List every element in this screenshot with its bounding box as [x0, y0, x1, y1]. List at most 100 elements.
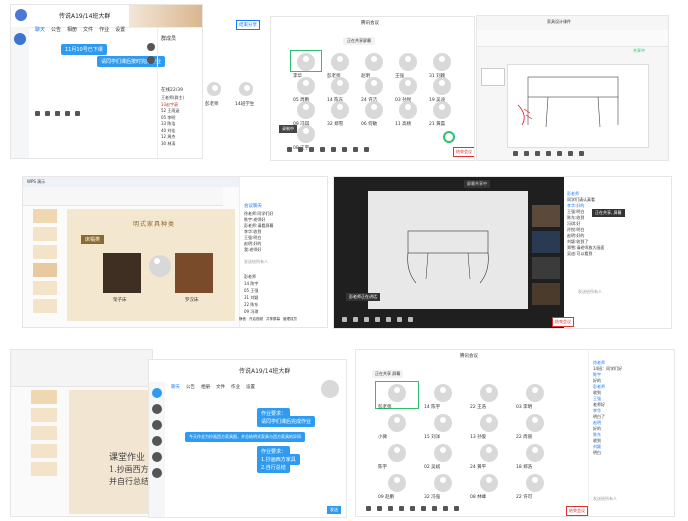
- participant-tile[interactable]: 18 郑浩: [514, 442, 556, 470]
- tab-album[interactable]: 相册: [201, 384, 210, 390]
- participant-tile[interactable]: 05 周鹏: [291, 75, 321, 103]
- stop-share-button[interactable]: 结束分享: [236, 20, 260, 30]
- participant-tile[interactable]: 09 冯琪: [291, 99, 321, 127]
- share-screen-icon[interactable]: [388, 506, 393, 511]
- participant-tile[interactable]: 08 林峰: [468, 472, 510, 500]
- settings-icon[interactable]: [364, 147, 369, 152]
- participant-tile[interactable]: 19 吴迪: [427, 75, 457, 103]
- more-icon[interactable]: [454, 506, 459, 511]
- image-icon[interactable]: [65, 111, 70, 116]
- video-icon[interactable]: [524, 151, 529, 156]
- participant-tile[interactable]: 24 许洁: [359, 75, 389, 103]
- scissors-icon[interactable]: [45, 111, 50, 116]
- participant-tile[interactable]: 03 李明: [514, 382, 556, 410]
- settings-icon[interactable]: [579, 151, 584, 156]
- slide-thumb[interactable]: [33, 209, 57, 223]
- mute-button[interactable]: 静音: [239, 317, 246, 322]
- end-meeting-button[interactable]: 结束会议: [453, 147, 474, 157]
- slide-thumb[interactable]: [33, 245, 57, 259]
- record-icon[interactable]: [342, 147, 347, 152]
- participant-tile[interactable]: 15 刘洋: [422, 412, 464, 440]
- participant-tile[interactable]: 02 吴斌: [422, 442, 464, 470]
- tab-notice[interactable]: 公告: [51, 26, 61, 33]
- apps-icon[interactable]: [353, 147, 358, 152]
- doc-thumb[interactable]: [31, 408, 57, 422]
- member-item[interactable]: 彭老师: [244, 273, 258, 280]
- rail-avatar[interactable]: [152, 420, 162, 430]
- rail-avatar[interactable]: [152, 452, 162, 462]
- participant-tile[interactable]: 11 高杨: [393, 99, 423, 127]
- participant-tile[interactable]: 06 何敏: [359, 99, 389, 127]
- video-tile[interactable]: [532, 257, 560, 279]
- member-item[interactable]: 05 王强: [244, 287, 258, 294]
- chat-icon[interactable]: [557, 151, 562, 156]
- member-item[interactable]: 09 冯琪: [244, 308, 258, 315]
- member-item[interactable]: 22 陈东: [244, 301, 258, 308]
- tab-homework[interactable]: 作业: [231, 384, 240, 390]
- participant-tile[interactable]: 09 赵鹏: [376, 472, 418, 500]
- tab-settings[interactable]: 设置: [115, 26, 125, 33]
- members-button[interactable]: 管理成员: [283, 317, 297, 322]
- message-input[interactable]: [35, 119, 155, 157]
- participant-tile[interactable]: 陈宇: [376, 442, 418, 470]
- video-button[interactable]: 开启视频: [249, 317, 263, 322]
- share-button[interactable]: 共享屏幕: [266, 317, 280, 322]
- tab-album[interactable]: 相册: [67, 26, 77, 33]
- slide-thumb[interactable]: [33, 299, 57, 313]
- tab-files[interactable]: 文件: [216, 384, 225, 390]
- tab-homework[interactable]: 作业: [99, 26, 109, 33]
- chat-input[interactable]: 发送给所有人: [593, 496, 617, 502]
- slide-thumb[interactable]: [33, 281, 57, 295]
- mute-icon[interactable]: [287, 147, 292, 152]
- chat-input[interactable]: 发送给所有人: [578, 289, 602, 295]
- settings-icon[interactable]: [408, 317, 413, 322]
- participant-tile[interactable]: 03 孙悦: [393, 75, 423, 103]
- record-icon[interactable]: [568, 151, 573, 156]
- mic-icon[interactable]: [75, 111, 80, 116]
- rail-avatar[interactable]: [14, 33, 26, 45]
- tab-chat[interactable]: 聊天: [35, 26, 45, 33]
- participant-tile[interactable]: 14 陈宇: [422, 382, 464, 410]
- rail-avatar[interactable]: [152, 404, 162, 414]
- mute-icon[interactable]: [366, 506, 371, 511]
- tab-chat[interactable]: 聊天: [171, 384, 180, 390]
- doc-thumb[interactable]: [31, 444, 57, 458]
- participant-tile[interactable]: 14 陈东: [325, 75, 355, 103]
- member-item[interactable]: 31 刘颖: [244, 294, 258, 301]
- end-meeting-button[interactable]: 结束会议: [566, 506, 588, 516]
- share-screen-icon[interactable]: [535, 151, 540, 156]
- participant-tile[interactable]: 22 王浩: [468, 382, 510, 410]
- tab-settings[interactable]: 设置: [246, 384, 255, 390]
- doc-thumb[interactable]: [31, 462, 57, 476]
- participant-tile[interactable]: 22 周丽: [514, 412, 556, 440]
- chat-icon[interactable]: [410, 506, 415, 511]
- video-tile[interactable]: [532, 283, 560, 305]
- share-screen-icon[interactable]: [309, 147, 314, 152]
- participant-tile[interactable]: 小微: [376, 412, 418, 440]
- record-icon[interactable]: [421, 506, 426, 511]
- chat-icon[interactable]: [386, 317, 391, 322]
- participant-tile[interactable]: 李华: [290, 50, 322, 79]
- members-icon[interactable]: [546, 151, 551, 156]
- participant-tile[interactable]: 32 郑雪: [325, 99, 355, 127]
- apps-icon[interactable]: [432, 506, 437, 511]
- participant-tile[interactable]: 31 刘颖: [427, 51, 457, 79]
- rail-avatar[interactable]: [152, 468, 162, 478]
- video-icon[interactable]: [377, 506, 382, 511]
- member-item[interactable]: 王老师(群主): [161, 95, 184, 102]
- mute-icon[interactable]: [513, 151, 518, 156]
- participant-tile[interactable]: 32 冯强: [422, 472, 464, 500]
- members-icon[interactable]: [399, 506, 404, 511]
- participant-tile[interactable]: 24 黄平: [468, 442, 510, 470]
- doc-thumb[interactable]: [31, 426, 57, 440]
- tab-notice[interactable]: 公告: [186, 384, 195, 390]
- slide-thumb[interactable]: [33, 263, 57, 277]
- member-item[interactable]: 30 林涛: [161, 141, 184, 148]
- participant-tile[interactable]: 21 黄磊: [427, 99, 457, 127]
- settings-icon[interactable]: [443, 506, 448, 511]
- participant-tile[interactable]: 13 孙俊: [468, 412, 510, 440]
- folder-icon[interactable]: [55, 111, 60, 116]
- chat-icon[interactable]: [331, 147, 336, 152]
- members-icon[interactable]: [375, 317, 380, 322]
- record-icon[interactable]: [397, 317, 402, 322]
